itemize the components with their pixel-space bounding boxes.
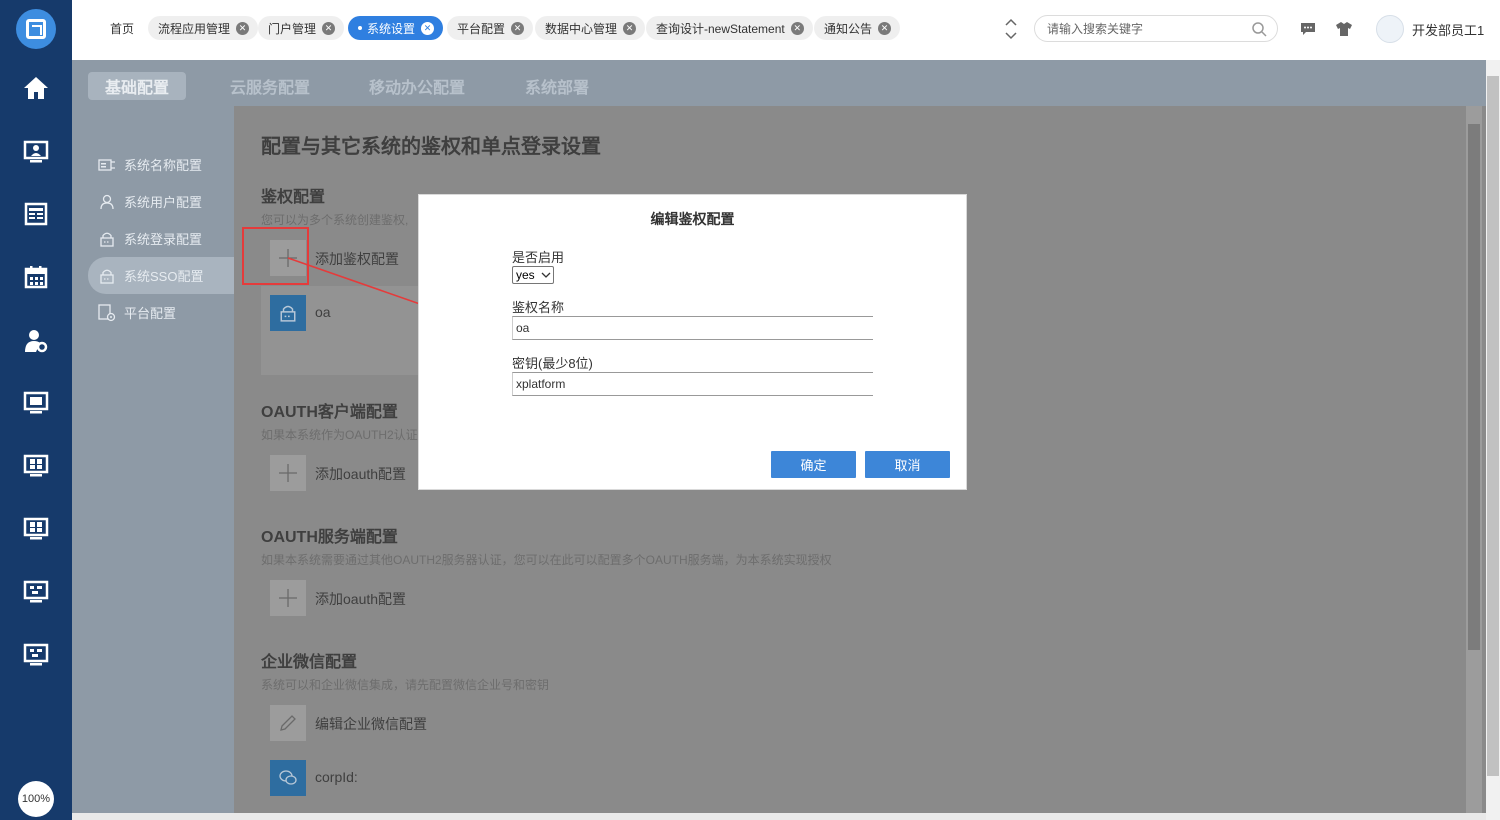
enabled-label: 是否启用: [512, 250, 565, 265]
dialog-title: 编辑鉴权配置: [650, 211, 735, 227]
auth-name-field[interactable]: oa: [512, 316, 873, 340]
enabled-value: yes: [516, 268, 535, 282]
edit-auth-dialog: 编辑鉴权配置 是否启用 yes 鉴权名称 oa 密钥(最少8位) xplatfo…: [418, 194, 967, 490]
auth-name-label: 鉴权名称: [512, 300, 565, 315]
enabled-select[interactable]: yes: [512, 266, 554, 284]
cancel-button[interactable]: 取消: [865, 451, 950, 478]
chevron-down-icon: [541, 272, 551, 278]
secret-label: 密钥(最少8位): [512, 356, 593, 371]
ok-button[interactable]: 确定: [771, 451, 856, 478]
secret-field[interactable]: xplatform: [512, 372, 873, 396]
